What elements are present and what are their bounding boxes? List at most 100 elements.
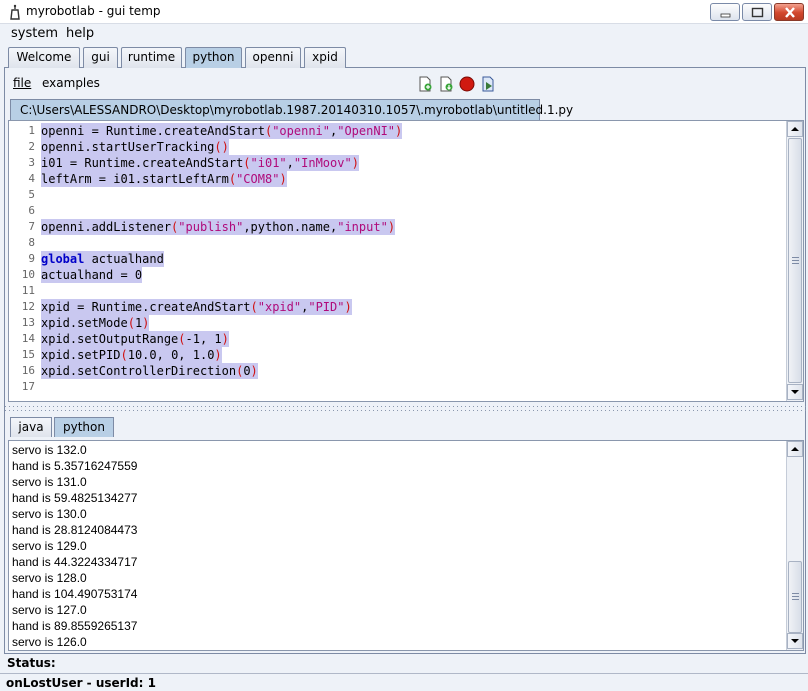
line-number: 8 bbox=[28, 236, 35, 249]
title-bar: myrobotlab - gui temp bbox=[0, 0, 808, 24]
code-text: leftArm = i01.startLeftArm("COM8") bbox=[41, 171, 287, 187]
code-line: 7 openni.addListener("publish",python.nam… bbox=[9, 219, 787, 235]
tab-xpid[interactable]: xpid bbox=[304, 47, 346, 68]
line-number: 1 bbox=[28, 124, 35, 137]
line-number: 2 bbox=[28, 140, 35, 153]
code-line: 11 bbox=[9, 283, 787, 299]
code-text: openni.startUserTracking() bbox=[41, 139, 229, 155]
code-text: actualhand = 0 bbox=[41, 267, 143, 283]
scroll-up-icon bbox=[791, 127, 799, 131]
line-number: 15 bbox=[21, 348, 35, 361]
maximize-button[interactable] bbox=[742, 3, 772, 21]
console-line: hand is 104.490753174 bbox=[12, 587, 138, 601]
line-number: 4 bbox=[28, 172, 35, 185]
line-number: 17 bbox=[21, 380, 35, 393]
code-line: 3 i01 = Runtime.createAndStart("i01","InM… bbox=[9, 155, 787, 171]
line-number: 5 bbox=[28, 188, 35, 201]
code-line: 6 bbox=[9, 203, 787, 219]
status-message: onLostUser - userId: 1 bbox=[6, 676, 156, 690]
scroll-down-button[interactable] bbox=[787, 384, 803, 400]
scroll-up-icon bbox=[791, 447, 799, 451]
code-line: 15 xpid.setPID(10.0, 0, 1.0) bbox=[9, 347, 787, 363]
line-number: 16 bbox=[21, 364, 35, 377]
split-pane-divider[interactable] bbox=[4, 405, 806, 413]
line-number: 11 bbox=[21, 284, 35, 297]
scroll-thumb[interactable] bbox=[788, 138, 802, 383]
code-line: 5 bbox=[9, 187, 787, 203]
status-bar: onLostUser - userId: 1 bbox=[0, 673, 808, 691]
menu-bar: system help bbox=[0, 24, 808, 44]
main-tab-strip: Welcome gui runtime python openni xpid bbox=[0, 44, 808, 68]
code-text: xpid = Runtime.createAndStart("xpid","PI… bbox=[41, 299, 352, 315]
tab-openni[interactable]: openni bbox=[245, 47, 301, 68]
save-script-icon[interactable] bbox=[438, 76, 454, 92]
menu-examples[interactable]: examples bbox=[42, 76, 100, 90]
window-title: myrobotlab - gui temp bbox=[26, 4, 161, 18]
menu-help[interactable]: help bbox=[66, 26, 94, 41]
console-line: servo is 128.0 bbox=[12, 571, 87, 585]
line-number: 12 bbox=[21, 300, 35, 313]
code-text: i01 = Runtime.createAndStart("i01","InMo… bbox=[41, 155, 359, 171]
code-editor[interactable]: 1 openni = Runtime.createAndStart("openni… bbox=[8, 120, 804, 402]
console-line: hand is 59.4825134277 bbox=[12, 491, 138, 505]
code-text: global actualhand bbox=[41, 251, 164, 267]
code-line: 4 leftArm = i01.startLeftArm("COM8") bbox=[9, 171, 787, 187]
code-text: xpid.setOutputRange(-1, 1) bbox=[41, 331, 229, 347]
close-button[interactable] bbox=[774, 3, 804, 21]
new-script-icon[interactable] bbox=[417, 76, 433, 92]
console-output[interactable]: servo is 132.0 hand is 5.35716247559 servo… bbox=[8, 440, 804, 651]
console-line: hand is 5.35716247559 bbox=[12, 459, 138, 473]
tab-welcome[interactable]: Welcome bbox=[8, 47, 80, 68]
scroll-down-icon bbox=[791, 639, 799, 643]
menu-system[interactable]: system bbox=[11, 26, 58, 41]
console-scrollbar[interactable] bbox=[786, 441, 803, 650]
scroll-up-button[interactable] bbox=[787, 121, 803, 137]
tab-runtime[interactable]: runtime bbox=[121, 47, 182, 68]
app-icon bbox=[10, 4, 20, 20]
code-line: 8 bbox=[9, 235, 787, 251]
line-number: 13 bbox=[21, 316, 35, 329]
tab-python[interactable]: python bbox=[185, 47, 242, 68]
console-line: hand is 44.3224334717 bbox=[12, 555, 138, 569]
stop-icon[interactable] bbox=[459, 76, 475, 92]
console-scroll-down-button[interactable] bbox=[787, 633, 803, 649]
code-text: xpid.setControllerDirection(0) bbox=[41, 363, 258, 379]
menu-file[interactable]: file bbox=[13, 76, 31, 90]
line-number: 10 bbox=[21, 268, 35, 281]
console-scroll-up-button[interactable] bbox=[787, 441, 803, 457]
code-text: openni = Runtime.createAndStart("openni"… bbox=[41, 123, 403, 139]
code-line: 16 xpid.setControllerDirection(0) bbox=[9, 363, 787, 379]
tab-python-console[interactable]: python bbox=[54, 417, 114, 437]
code-line: 1 openni = Runtime.createAndStart("openni… bbox=[9, 123, 787, 139]
console-scroll-thumb[interactable] bbox=[788, 561, 802, 633]
line-number: 9 bbox=[28, 252, 35, 265]
console-line: servo is 132.0 bbox=[12, 443, 87, 457]
console-line: hand is 89.8559265137 bbox=[12, 619, 138, 633]
code-line: 13 xpid.setMode(1) bbox=[9, 315, 787, 331]
tab-java-console[interactable]: java bbox=[10, 417, 52, 437]
execute-icon[interactable] bbox=[480, 76, 496, 92]
close-icon bbox=[785, 7, 795, 18]
editor-file-tab[interactable]: C:\Users\ALESSANDRO\Desktop\myrobotlab.1… bbox=[10, 99, 573, 121]
code-text: xpid.setPID(10.0, 0, 1.0) bbox=[41, 347, 222, 363]
console-line: servo is 131.0 bbox=[12, 475, 87, 489]
scroll-down-icon bbox=[791, 390, 799, 394]
python-toolbar: file examples bbox=[7, 72, 802, 96]
code-line: 14 xpid.setOutputRange(-1, 1) bbox=[9, 331, 787, 347]
maximize-icon bbox=[751, 7, 764, 18]
console-line: hand is 28.8124084473 bbox=[12, 523, 138, 537]
status-label: Status: bbox=[7, 656, 56, 670]
code-line: 10 actualhand = 0 bbox=[9, 267, 787, 283]
line-number: 14 bbox=[21, 332, 35, 345]
console-line: servo is 129.0 bbox=[12, 539, 87, 553]
code-text: xpid.setMode(1) bbox=[41, 315, 150, 331]
code-line: 2 openni.startUserTracking() bbox=[9, 139, 787, 155]
console-line: servo is 127.0 bbox=[12, 603, 87, 617]
line-number: 7 bbox=[28, 220, 35, 233]
minimize-icon bbox=[720, 13, 731, 18]
editor-scrollbar[interactable] bbox=[786, 121, 803, 401]
tab-gui[interactable]: gui bbox=[83, 47, 118, 68]
code-line: 17 bbox=[9, 379, 787, 395]
minimize-button[interactable] bbox=[710, 3, 740, 21]
code-line: 9 global actualhand bbox=[9, 251, 787, 267]
